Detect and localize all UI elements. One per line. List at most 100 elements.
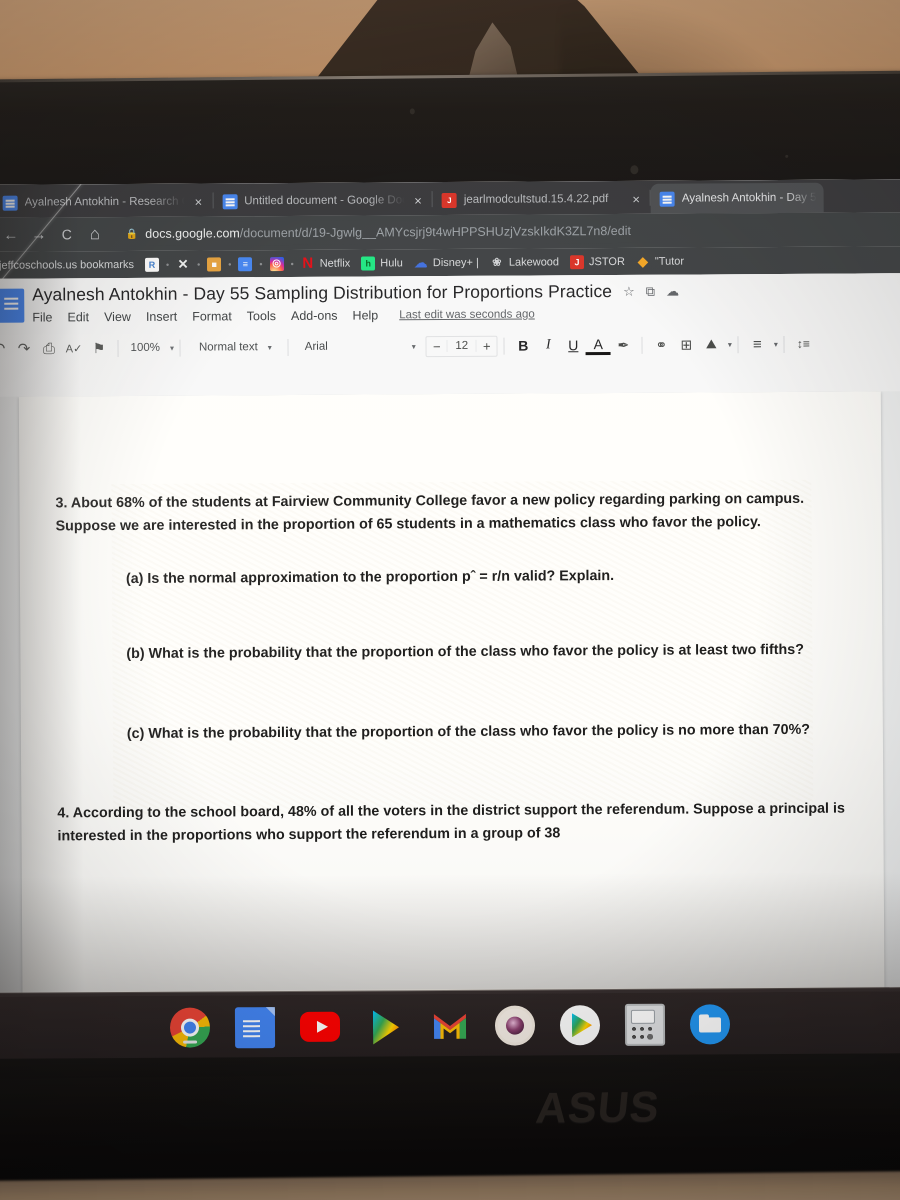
menu-view[interactable]: View	[104, 309, 131, 325]
zoom-level[interactable]: 100%	[124, 342, 165, 354]
tab-close-icon[interactable]: ×	[411, 192, 425, 209]
spellcheck-icon[interactable]: A✓	[61, 336, 86, 360]
paint-format-icon[interactable]: ⚑	[86, 336, 111, 360]
font-size-increase[interactable]: +	[477, 338, 497, 353]
align-icon[interactable]: ≡	[745, 332, 770, 356]
paragraph-style-select[interactable]: Normal text	[187, 341, 264, 353]
document-title[interactable]: Ayalnesh Antokhin - Day 55 Sampling Dist…	[32, 281, 612, 306]
question-3-part-c[interactable]: (c) What is the probability that the pro…	[57, 718, 861, 746]
font-size-stepper[interactable]: − 12 +	[425, 335, 498, 357]
back-icon[interactable]: ←	[0, 222, 24, 248]
document-text-body[interactable]: 3. About 68% of the students at Fairview…	[19, 391, 884, 848]
bookmark-item-instagram[interactable]: ◎	[265, 254, 289, 272]
tab-title: Untitled document - Google Doc	[244, 194, 405, 208]
add-comment-icon[interactable]: ⊞	[674, 332, 699, 356]
forward-icon[interactable]: →	[26, 221, 52, 247]
reload-icon[interactable]: C	[54, 221, 80, 247]
gmail-icon[interactable]	[430, 1006, 470, 1046]
chrome-icon[interactable]	[169, 1007, 211, 1048]
bookmark-label: Disney+ |	[432, 256, 479, 269]
play-store-icon[interactable]	[365, 1006, 405, 1046]
menu-edit[interactable]: Edit	[67, 309, 89, 325]
chrome-browser-window: Ayalnesh Antokhin - Research C × Untitle…	[0, 179, 900, 997]
move-to-folder-icon[interactable]: ⧉	[646, 283, 655, 299]
calculator-icon[interactable]	[624, 1003, 666, 1046]
menu-add-ons[interactable]: Add-ons	[291, 308, 338, 324]
google-docs-icon: ≡	[238, 256, 253, 271]
bookmark-item-hulu[interactable]: h Hulu	[356, 254, 408, 272]
chevron-down-icon[interactable]: ▾	[166, 343, 174, 352]
bookmark-dot: •	[165, 259, 170, 270]
last-edit-status[interactable]: Last edit was seconds ago	[399, 308, 535, 321]
font-size-decrease[interactable]: −	[427, 339, 447, 354]
files-icon[interactable]	[689, 1004, 731, 1045]
line-spacing-icon[interactable]: ↕≡	[791, 332, 816, 356]
camera-icon[interactable]	[494, 1005, 536, 1046]
play-store-white-icon[interactable]	[559, 1005, 601, 1046]
google-docs-logo[interactable]	[0, 288, 25, 323]
bookmark-item-lakewood[interactable]: ❀ Lakewood	[485, 253, 564, 271]
bookmark-item-disney-plus[interactable]: ☁ Disney+ |	[409, 253, 484, 271]
x-icon: ✕	[177, 257, 189, 272]
menu-file[interactable]: File	[32, 309, 52, 325]
star-icon[interactable]: ☆	[623, 283, 635, 299]
instagram-icon: ◎	[269, 256, 284, 271]
menu-tools[interactable]: Tools	[247, 308, 276, 324]
highlight-color-icon[interactable]: ✒	[611, 333, 636, 357]
document-canvas[interactable]: 3. About 68% of the students at Fairview…	[0, 391, 900, 997]
insert-link-icon[interactable]: ⚭	[649, 333, 674, 357]
bold-button[interactable]: B	[511, 333, 536, 357]
bookmark-label: Lakewood	[508, 255, 560, 269]
browser-toolbar: ← → C ⌂ 🔒 docs.google.com/document/d/19-…	[0, 212, 900, 252]
browser-tab-2[interactable]: J jearlmodcultstud.15.4.22.pdf ×	[433, 184, 650, 215]
bookmark-folder-label: jeffcoschools.us bookmarks	[0, 258, 134, 272]
question-4[interactable]: 4. According to the school board, 48% of…	[57, 797, 861, 848]
cloud-saved-icon[interactable]: ☁	[666, 283, 679, 299]
bookmark-dot: •	[259, 258, 263, 269]
redo-icon[interactable]: ↷	[11, 337, 36, 361]
url-host: docs.google.com	[145, 226, 240, 241]
bookmark-item-netflix[interactable]: N Netflix	[296, 254, 356, 272]
tab-title: jearlmodcultstud.15.4.22.pdf	[463, 193, 609, 206]
chevron-down-icon[interactable]: ▾	[264, 343, 282, 352]
print-icon[interactable]: ⎙	[36, 336, 61, 360]
text-color-button[interactable]: A	[585, 335, 611, 355]
bookmark-item-docs[interactable]: ≡	[233, 255, 257, 273]
italic-button[interactable]: I	[536, 333, 561, 357]
bookmark-item-classroom[interactable]: ■	[202, 255, 226, 273]
question-3[interactable]: 3. About 68% of the students at Fairview…	[55, 487, 859, 538]
font-family-select[interactable]: Arial	[295, 341, 334, 353]
chevron-down-icon[interactable]: ▾	[334, 342, 426, 352]
underline-button[interactable]: U	[561, 333, 586, 357]
bookmark-folder[interactable]: jeffcoschools.us bookmarks	[0, 256, 139, 273]
browser-tab-1[interactable]: Untitled document - Google Doc ×	[213, 185, 432, 216]
document-page[interactable]: 3. About 68% of the students at Fairview…	[18, 391, 886, 997]
home-icon[interactable]: ⌂	[82, 221, 108, 247]
tab-close-icon[interactable]: ×	[192, 193, 206, 210]
bookmark-item-renweb[interactable]: R	[140, 255, 164, 273]
bookmark-item-tutor[interactable]: ◆ "Tutor	[631, 252, 689, 270]
browser-tab-0[interactable]: Ayalnesh Antokhin - Research C ×	[0, 186, 212, 217]
disney-plus-icon: ☁	[414, 255, 428, 270]
browser-tab-3-active[interactable]: Ayalnesh Antokhin - Day 5	[650, 182, 824, 214]
browser-tab-strip: Ayalnesh Antokhin - Research C × Untitle…	[0, 179, 900, 218]
font-size-value[interactable]: 12	[446, 339, 477, 353]
question-3-part-b[interactable]: (b) What is the probability that the pro…	[56, 639, 860, 667]
bookmark-item-x[interactable]: ✕	[171, 255, 195, 273]
google-docs-app: Ayalnesh Antokhin - Day 55 Sampling Dist…	[0, 273, 900, 997]
bookmark-item-jstor[interactable]: J JSTOR	[565, 252, 630, 270]
menu-help[interactable]: Help	[352, 307, 378, 323]
youtube-icon[interactable]	[299, 1011, 341, 1042]
google-classroom-icon: ■	[207, 256, 222, 271]
laptop-top-bezel	[0, 70, 900, 192]
address-bar[interactable]: 🔒 docs.google.com/document/d/19-Jgwlg__A…	[115, 217, 898, 247]
insert-image-icon[interactable]: ⛰	[699, 332, 724, 356]
undo-icon[interactable]: ↶	[0, 337, 12, 361]
menu-format[interactable]: Format	[192, 308, 232, 324]
bookmark-label: Hulu	[380, 256, 403, 269]
menu-insert[interactable]: Insert	[146, 309, 177, 325]
chevron-down-icon[interactable]: ▾	[724, 340, 732, 349]
google-docs-icon[interactable]	[234, 1006, 276, 1048]
chevron-down-icon[interactable]: ▾	[770, 339, 778, 348]
tab-close-icon[interactable]: ×	[629, 190, 643, 207]
